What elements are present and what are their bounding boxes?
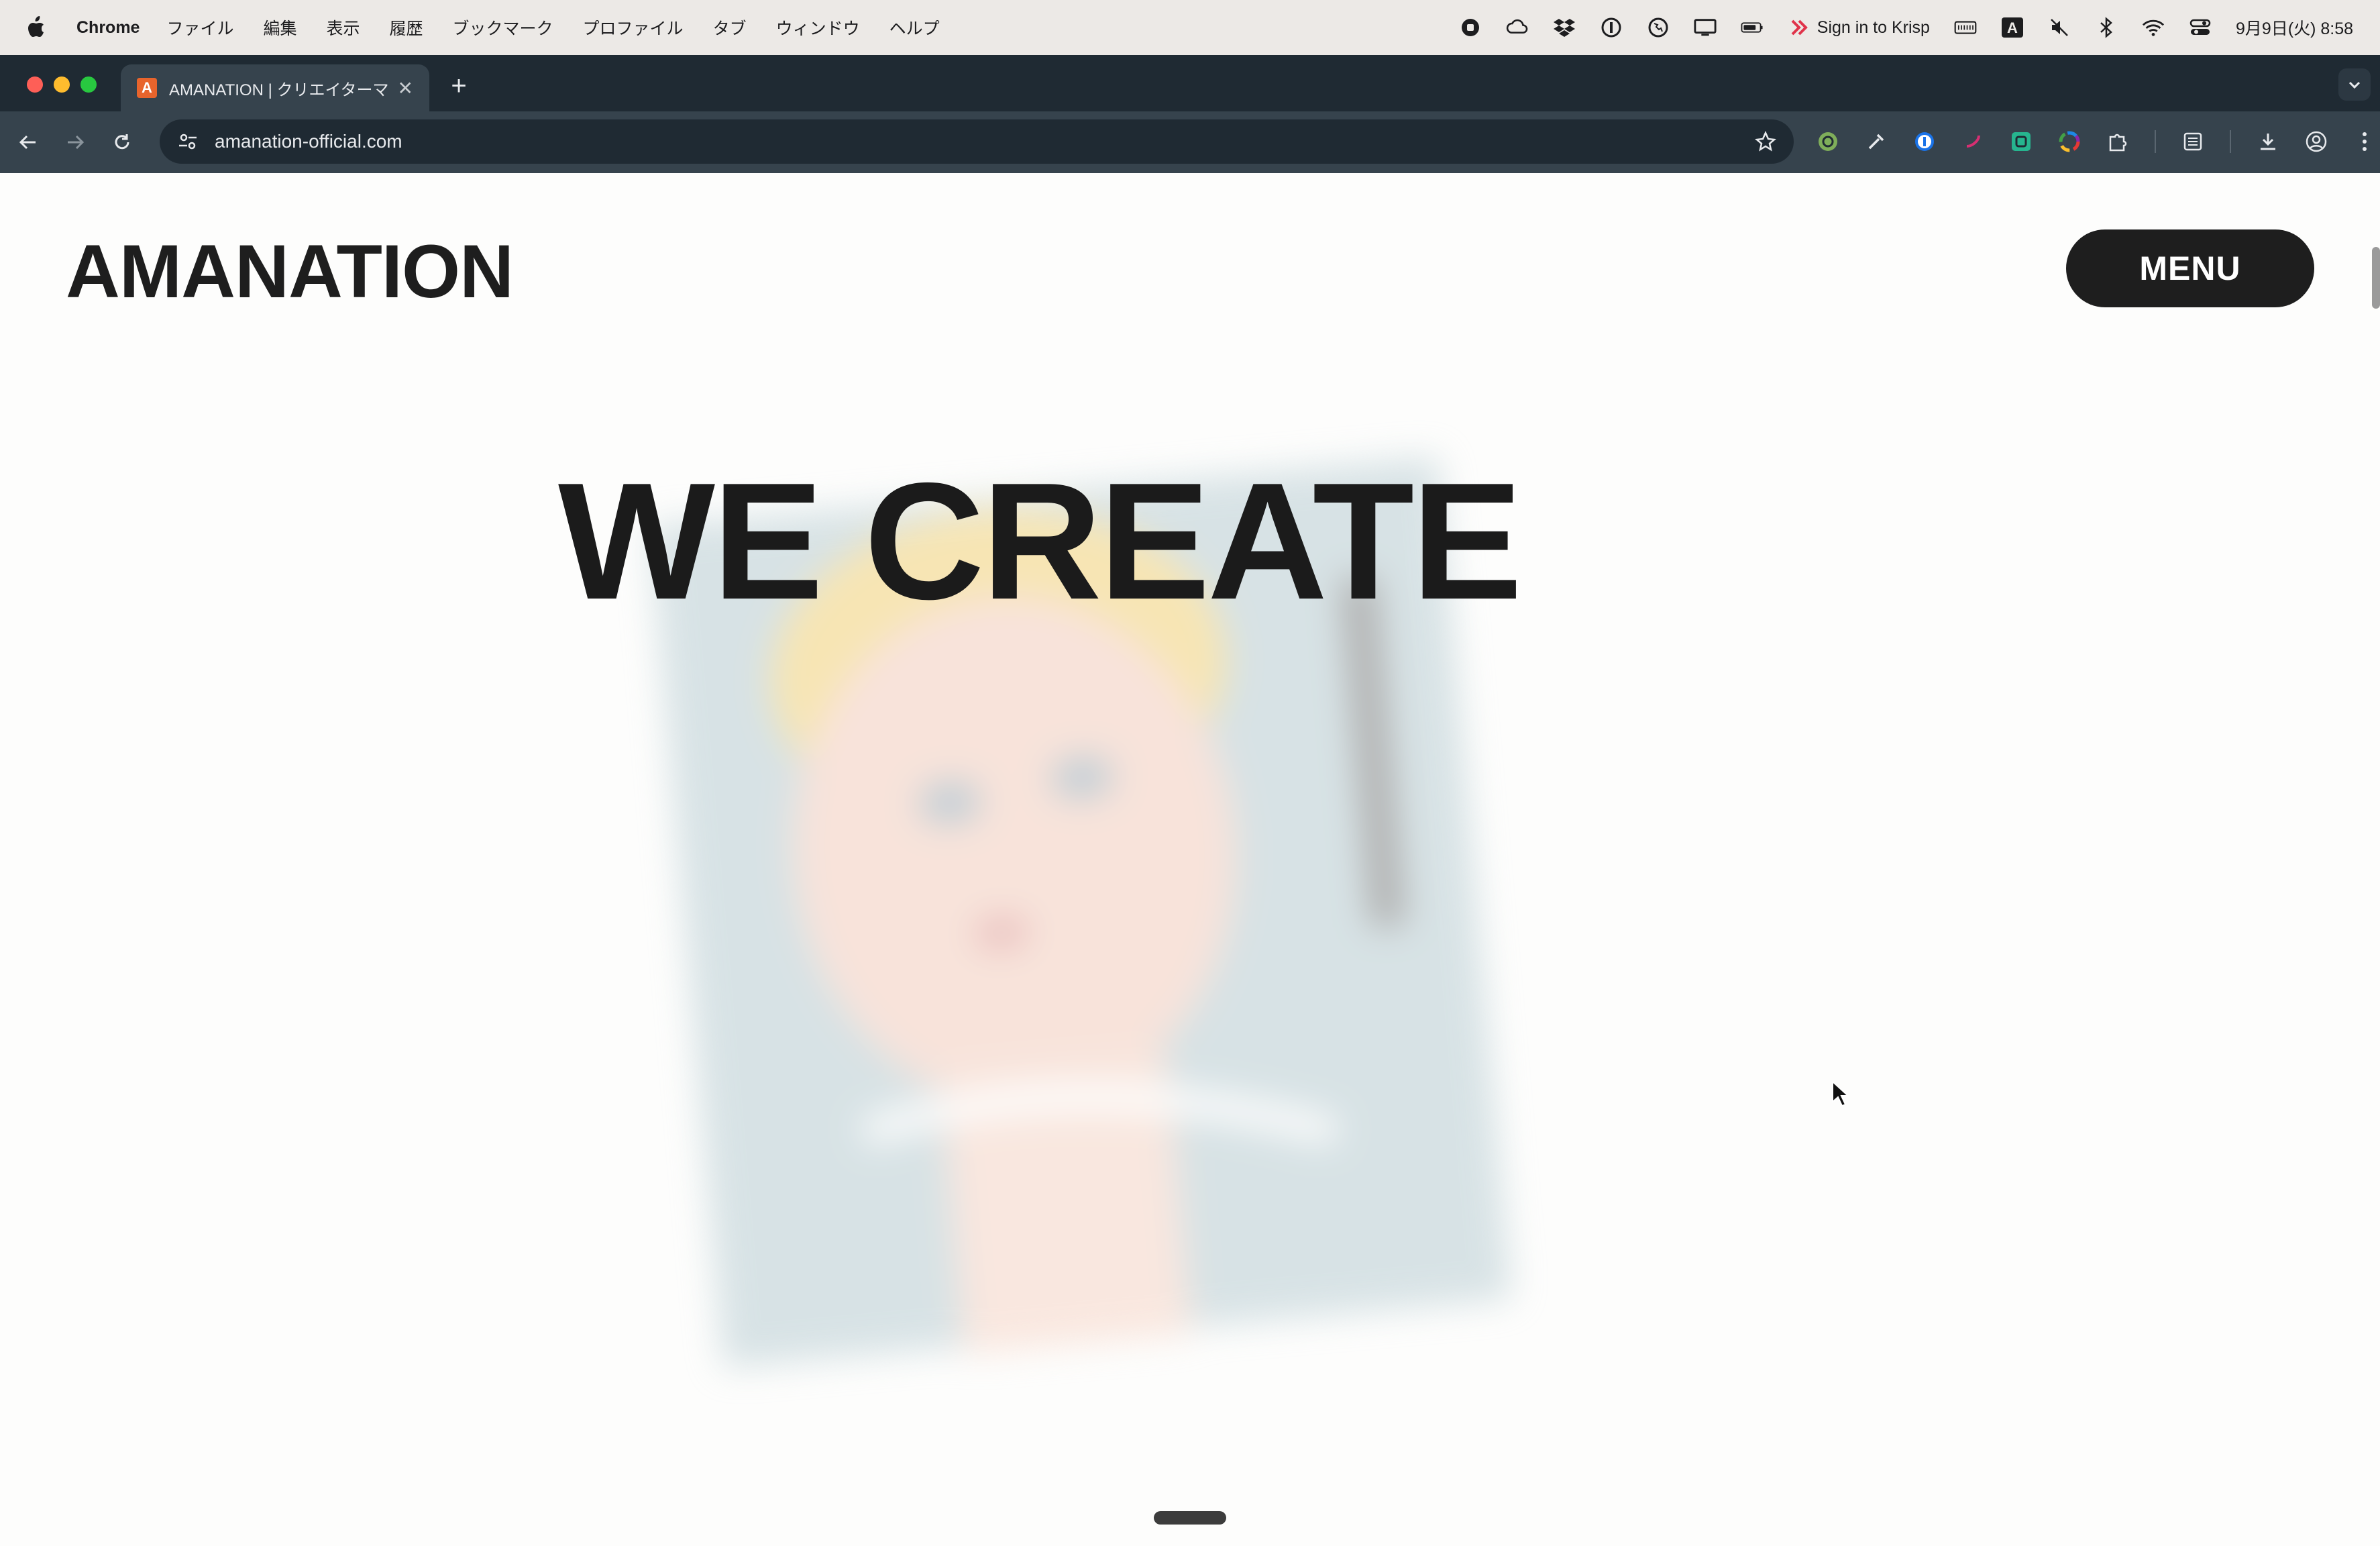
site-logo[interactable]: AMANATION <box>66 228 514 315</box>
toolbar-divider <box>2155 130 2156 153</box>
new-tab-button[interactable]: + <box>443 70 475 102</box>
svg-text:A: A <box>2007 19 2018 36</box>
reload-button[interactable] <box>103 123 141 161</box>
menu-profiles[interactable]: プロファイル <box>583 15 684 40</box>
keyboard-icon[interactable] <box>1954 16 1977 39</box>
app-name[interactable]: Chrome <box>76 18 140 38</box>
hero-title: WE CREATE <box>558 448 1523 634</box>
minimize-window-button[interactable] <box>54 76 70 93</box>
input-source-icon[interactable]: A <box>2001 16 2024 39</box>
menu-window[interactable]: ウィンドウ <box>776 15 860 40</box>
bluetooth-icon[interactable] <box>2095 16 2118 39</box>
extensions-puzzle-icon[interactable] <box>2101 123 2134 160</box>
menu-view[interactable]: 表示 <box>327 15 360 40</box>
apple-menu-icon[interactable] <box>27 16 46 39</box>
browser-toolbar: amanation-official.com <box>0 111 2380 173</box>
back-button[interactable] <box>9 123 47 161</box>
clock[interactable]: 9月9日(火) 8:58 <box>2236 15 2353 40</box>
menu-edit[interactable]: 編集 <box>263 15 296 40</box>
site-info-icon[interactable] <box>174 128 201 155</box>
menu-history[interactable]: 履歴 <box>390 15 423 40</box>
window-controls <box>27 76 97 93</box>
reading-list-icon[interactable] <box>2176 123 2210 160</box>
downloads-icon[interactable] <box>2251 123 2285 160</box>
menu-button[interactable]: MENU <box>2066 229 2314 307</box>
zoom-window-button[interactable] <box>80 76 97 93</box>
scroll-indicator <box>1154 1511 1226 1525</box>
extension-globe-icon[interactable] <box>1811 123 1845 160</box>
chevron-down-icon <box>2348 81 2361 89</box>
more-options-icon[interactable] <box>2348 123 2380 160</box>
address-bar[interactable]: amanation-official.com <box>160 119 1794 164</box>
url-text[interactable]: amanation-official.com <box>215 131 1752 152</box>
password-manager-icon[interactable] <box>1600 16 1623 39</box>
extension-1password-icon[interactable] <box>1908 123 1941 160</box>
tab-bar: A AMANATION | クリエイターマネ ✕ + <box>0 55 2380 111</box>
close-window-button[interactable] <box>27 76 43 93</box>
menu-file[interactable]: ファイル <box>166 15 233 40</box>
battery-icon[interactable] <box>1741 16 1764 39</box>
tab-title: AMANATION | クリエイターマネ <box>169 81 388 99</box>
krisp-label: Sign in to Krisp <box>1817 17 1930 37</box>
display-icon[interactable] <box>1694 16 1717 39</box>
toolbar-divider <box>2230 130 2231 153</box>
menu-help[interactable]: ヘルプ <box>889 15 940 40</box>
dropbox-icon[interactable] <box>1553 16 1576 39</box>
cloud-sync-icon[interactable] <box>1506 16 1529 39</box>
arrow-left-icon <box>19 135 36 150</box>
record-icon[interactable] <box>1459 16 1482 39</box>
extension-link-icon[interactable] <box>1956 123 1990 160</box>
volume-muted-icon[interactable] <box>2048 16 2071 39</box>
extension-camera-icon[interactable] <box>2004 123 2038 160</box>
menu-tab[interactable]: タブ <box>713 15 747 40</box>
bookmark-star-icon[interactable] <box>1752 128 1779 155</box>
site-favicon-icon: A <box>137 78 157 98</box>
mouse-cursor-icon <box>1832 1080 1850 1107</box>
web-page: AMANATION MENU WE CREATE <box>0 173 2380 1546</box>
tab-close-icon[interactable]: ✕ <box>398 77 413 99</box>
control-center-icon[interactable] <box>2189 16 2212 39</box>
extensions-area <box>1811 123 2380 160</box>
krisp-status[interactable]: Sign in to Krisp <box>1788 16 1930 39</box>
wifi-icon[interactable] <box>2142 16 2165 39</box>
phone-icon[interactable] <box>1647 16 1670 39</box>
arrow-right-icon <box>68 135 85 150</box>
extension-color-wheel-icon[interactable] <box>2053 123 2086 160</box>
menu-bookmarks[interactable]: ブックマーク <box>453 15 553 40</box>
krisp-icon <box>1788 16 1810 39</box>
forward-button[interactable] <box>56 123 94 161</box>
reload-icon <box>115 134 129 150</box>
macos-menu-bar: Chrome ファイル 編集 表示 履歴 ブックマーク プロファイル タブ ウィ… <box>0 0 2380 55</box>
active-tab[interactable]: A AMANATION | クリエイターマネ ✕ <box>121 64 429 111</box>
tab-search-button[interactable] <box>2338 68 2371 101</box>
profile-avatar-icon[interactable] <box>2300 123 2333 160</box>
extension-eyedropper-icon[interactable] <box>1859 123 1893 160</box>
page-scrollbar[interactable] <box>2372 247 2380 309</box>
